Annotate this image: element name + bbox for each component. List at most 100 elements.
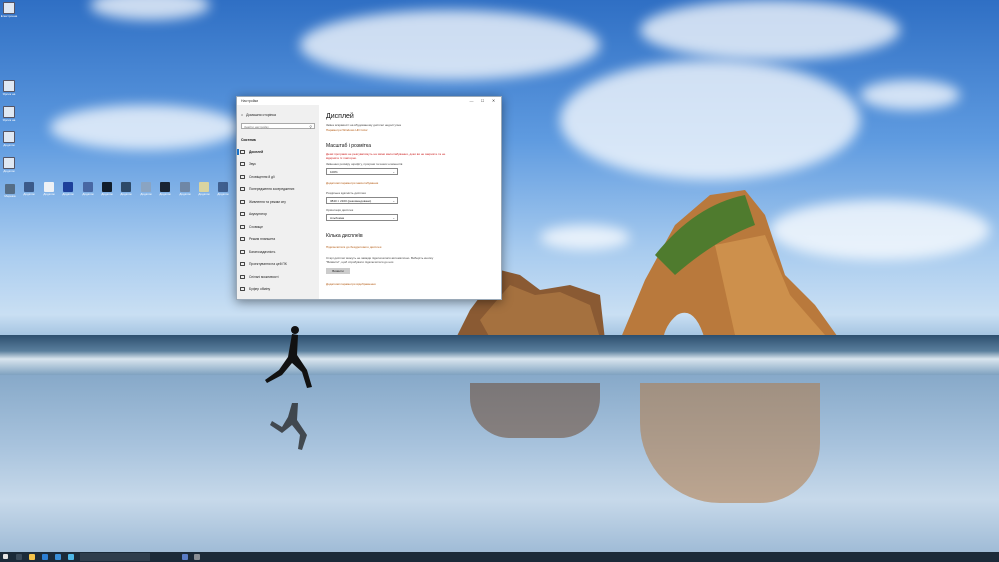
- desktop-icon[interactable]: Електронна: [1, 2, 17, 18]
- desktop-icon[interactable]: Додаток: [100, 182, 114, 196]
- app-icon: [3, 131, 15, 143]
- close-button[interactable]: ✕: [488, 97, 499, 104]
- scale-label: Змінення розміру шрифту, програм та інши…: [326, 162, 403, 166]
- start-windows-icon[interactable]: [3, 554, 8, 559]
- desktop-icon[interactable]: Додаток: [61, 182, 75, 196]
- sidebar-item-storage[interactable]: Сховище: [240, 225, 263, 229]
- detect-button[interactable]: Виявити: [326, 268, 350, 274]
- cloud: [560, 60, 860, 180]
- app-icon: [63, 182, 73, 192]
- desktop-icon[interactable]: Додаток: [42, 182, 56, 196]
- sidebar-item-focus-assist[interactable]: Попередження зосереджених: [240, 187, 294, 191]
- window-title: Настройки: [241, 99, 259, 103]
- app-icon[interactable]: [68, 554, 74, 560]
- home-icon: ⌂: [241, 113, 244, 117]
- home-link[interactable]: ⌂ Домашня сторінка: [241, 113, 276, 117]
- cloud: [90, 0, 210, 20]
- sidebar-item-label: Акумулятор: [249, 212, 268, 216]
- sidebar-item-sound[interactable]: Звук: [240, 162, 256, 166]
- app-icon: [199, 182, 209, 192]
- sidebar-item-notifications[interactable]: Сповіщення й дії: [240, 175, 275, 179]
- storage-icon: [240, 225, 245, 229]
- sidebar-item-label: Живлення та режим сну: [249, 200, 286, 204]
- orientation-value: Альбомна: [330, 216, 345, 220]
- app-icon[interactable]: [55, 554, 61, 560]
- scale-value: 100%: [330, 170, 338, 174]
- app-icon: [3, 157, 15, 169]
- desktop-icon[interactable]: Ярлик на: [2, 80, 16, 96]
- sidebar-item-multitasking[interactable]: Багатозадачність: [240, 250, 275, 254]
- file-explorer-icon[interactable]: [29, 554, 35, 560]
- title-bar[interactable]: Настройки — ☐ ✕: [237, 97, 501, 105]
- battery-icon: [240, 212, 245, 216]
- app-icon: [102, 182, 112, 192]
- desktop-icon[interactable]: Додаток: [216, 182, 230, 196]
- desktop-icon[interactable]: Додаток: [139, 182, 153, 196]
- desktop-icon[interactable]: Додаток: [178, 182, 192, 196]
- sidebar-item-projecting[interactable]: Проектування на цей ПК: [240, 262, 287, 266]
- active-indicator: [237, 149, 239, 155]
- section-title: Система: [241, 138, 256, 142]
- projector-icon: [240, 262, 245, 266]
- rock-reflection: [470, 383, 600, 438]
- sidebar-item-battery[interactable]: Акумулятор: [240, 212, 267, 216]
- taskbar-search[interactable]: [80, 553, 150, 561]
- cloud: [860, 80, 960, 110]
- sidebar-item-label: Сховище: [249, 225, 263, 229]
- desktop-icon[interactable]: Додаток: [158, 182, 172, 196]
- desktop-icon[interactable]: Додаток: [22, 182, 36, 196]
- sidebar-item-tablet[interactable]: Режим планшета: [240, 237, 275, 241]
- edge-icon[interactable]: [42, 554, 48, 560]
- sidebar-item-shared[interactable]: Спільні можливості: [240, 275, 278, 279]
- sidebar-item-label: Дисплей: [249, 150, 264, 154]
- shortcut-icon: [3, 106, 15, 118]
- cloud: [50, 105, 240, 150]
- moon-icon: [240, 187, 245, 191]
- share-icon: [240, 275, 245, 279]
- taskbar: [0, 552, 999, 562]
- desktop-icon[interactable]: Додаток: [81, 182, 95, 196]
- cloud: [300, 10, 600, 80]
- minimize-button[interactable]: —: [466, 97, 477, 104]
- search-icon: ⚲: [309, 125, 312, 129]
- app-icon: [180, 182, 190, 192]
- advanced-scale-link[interactable]: Додаткові параметри масштабування: [326, 181, 378, 185]
- orientation-dropdown[interactable]: Альбомна ⌄: [326, 214, 398, 221]
- network-icon: [5, 184, 15, 194]
- resolution-dropdown[interactable]: 3840 × 2160 (рекомендовано) ⌄: [326, 197, 398, 204]
- sidebar-item-power[interactable]: Живлення та режим сну: [240, 200, 286, 204]
- app-icon: [218, 182, 228, 192]
- arch-rock: [620, 190, 840, 340]
- app-icon: [44, 182, 54, 192]
- desktop-icon[interactable]: Додаток: [119, 182, 133, 196]
- scale-dropdown[interactable]: 100% ⌄: [326, 168, 398, 175]
- resolution-value: 3840 × 2160 (рекомендовано): [330, 199, 372, 203]
- desktop-icon[interactable]: Додаток: [2, 131, 16, 147]
- resolution-label: Роздільна здатність дисплея: [326, 191, 366, 195]
- task-view-icon[interactable]: [16, 554, 22, 560]
- detect-note: Старі дисплеї можуть не завжди підключат…: [326, 256, 434, 264]
- maximize-button[interactable]: ☐: [477, 97, 488, 104]
- desktop-icon[interactable]: Ярлик на: [2, 106, 16, 122]
- settings-gear-icon[interactable]: [194, 554, 200, 560]
- settings-search-input[interactable]: Знайти настройку ⚲: [241, 123, 315, 129]
- desktop-icon[interactable]: Мережа: [3, 184, 17, 198]
- app-icon[interactable]: [182, 554, 188, 560]
- sidebar-item-clipboard[interactable]: Буфер обміну: [240, 287, 270, 291]
- advanced-display-link[interactable]: Додаткові параметри відображення: [326, 282, 376, 286]
- desktop-icon[interactable]: Додаток: [2, 157, 16, 173]
- shortcut-icon: [3, 80, 15, 92]
- sidebar-item-label: Сповіщення й дії: [249, 175, 275, 179]
- app-icon: [121, 182, 131, 192]
- app-icon: [24, 182, 34, 192]
- scale-heading: Масштаб і розмітка: [326, 143, 371, 149]
- hd-color-link[interactable]: Параметри Windows HD Color: [326, 128, 368, 132]
- app-icon: [141, 182, 151, 192]
- sidebar-item-display[interactable]: Дисплей: [240, 150, 263, 154]
- sidebar-item-label: Спільні можливості: [249, 275, 279, 279]
- chevron-down-icon: ⌄: [392, 170, 395, 174]
- sidebar-item-label: Попередження зосереджених: [249, 187, 295, 191]
- wireless-display-link[interactable]: Підключитися до бездротового дисплея: [326, 245, 381, 249]
- brightness-note: Зміна яскравості на вбудованому дисплеї …: [326, 123, 401, 127]
- desktop-icon[interactable]: Додаток: [197, 182, 211, 196]
